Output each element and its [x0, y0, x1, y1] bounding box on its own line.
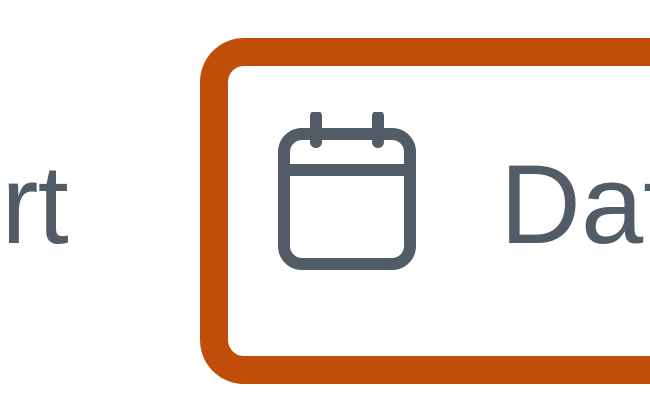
sort-button[interactable]: ort — [0, 140, 69, 270]
sort-button-label: ort — [0, 142, 69, 267]
toolbar-crop: ort Dat — [0, 0, 650, 400]
calendar-icon — [278, 112, 416, 270]
date-button-label: Dat — [500, 142, 650, 267]
